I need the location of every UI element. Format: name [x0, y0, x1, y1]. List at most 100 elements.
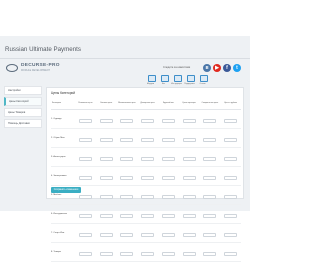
twitter-icon[interactable]: t: [233, 64, 241, 72]
price-input[interactable]: [120, 214, 134, 218]
price-input[interactable]: [99, 176, 113, 180]
price-input[interactable]: [78, 195, 92, 199]
price-input[interactable]: [182, 119, 196, 123]
toolbar-button-icon[interactable]: [161, 75, 169, 82]
table-row: 2. Обувь Мен: [51, 128, 241, 148]
app-title: Russian Ultimate Payments: [5, 46, 81, 53]
toolbar-labels: Модули Чат Инструкция Поддержка Отзыв: [145, 83, 208, 85]
price-input[interactable]: [78, 157, 92, 161]
price-input[interactable]: [182, 138, 196, 142]
price-input[interactable]: [161, 119, 175, 123]
price-cell: [158, 128, 179, 148]
price-input[interactable]: [182, 233, 196, 237]
toolbar-button-icon[interactable]: [187, 75, 195, 82]
price-input[interactable]: [141, 233, 155, 237]
price-input[interactable]: [120, 233, 134, 237]
facebook-icon[interactable]: f: [223, 64, 231, 72]
price-input[interactable]: [161, 157, 175, 161]
price-input[interactable]: [120, 195, 134, 199]
price-input[interactable]: [182, 195, 196, 199]
price-input[interactable]: [78, 252, 92, 256]
price-input[interactable]: [224, 233, 238, 237]
price-input[interactable]: [99, 157, 113, 161]
price-cell: [178, 166, 200, 186]
price-input[interactable]: [203, 157, 217, 161]
save-button[interactable]: Сохранить изменения: [51, 187, 81, 193]
price-input[interactable]: [78, 176, 92, 180]
price-input[interactable]: [78, 138, 92, 142]
price-cell: [178, 185, 200, 205]
price-input[interactable]: [141, 252, 155, 256]
price-input[interactable]: [182, 157, 196, 161]
price-input[interactable]: [120, 157, 134, 161]
price-input[interactable]: [203, 119, 217, 123]
price-cell: [95, 128, 117, 148]
vk-icon[interactable]: в: [203, 64, 211, 72]
price-input[interactable]: [141, 119, 155, 123]
column-header: Цена в рублях: [220, 97, 241, 110]
category-prices-panel: Цены Категорий Категория Розничная цена Оп…: [46, 87, 244, 262]
price-input[interactable]: [99, 119, 113, 123]
price-input[interactable]: [141, 157, 155, 161]
toolbar-button-icon[interactable]: [174, 75, 182, 82]
price-input[interactable]: [224, 157, 238, 161]
toolbar-button-icon[interactable]: [148, 75, 156, 82]
sidebar-item[interactable]: Помощь Доставки: [4, 119, 42, 128]
price-cell: [158, 242, 179, 262]
price-input[interactable]: [203, 176, 217, 180]
price-input[interactable]: [203, 138, 217, 142]
price-input[interactable]: [141, 214, 155, 218]
price-cell: [220, 109, 241, 129]
price-input[interactable]: [78, 214, 92, 218]
price-input[interactable]: [203, 233, 217, 237]
price-cell: [137, 166, 158, 186]
price-input[interactable]: [161, 252, 175, 256]
sidebar-item[interactable]: Цены Товаров: [4, 108, 42, 117]
price-input[interactable]: [78, 233, 92, 237]
price-input[interactable]: [120, 119, 134, 123]
category-name: 2. Обувь Мен: [51, 128, 75, 148]
price-input[interactable]: [161, 195, 175, 199]
price-cell: [137, 204, 158, 224]
youtube-icon[interactable]: ▶: [213, 64, 221, 72]
price-input[interactable]: [78, 119, 92, 123]
price-input[interactable]: [203, 195, 217, 199]
sidebar-item[interactable]: Цены Категорий: [4, 97, 42, 106]
price-input[interactable]: [99, 233, 113, 237]
toolbar-button-icon[interactable]: [200, 75, 208, 82]
price-input[interactable]: [99, 138, 113, 142]
price-input[interactable]: [161, 138, 175, 142]
price-input[interactable]: [182, 176, 196, 180]
price-input[interactable]: [182, 252, 196, 256]
price-input[interactable]: [161, 176, 175, 180]
price-input[interactable]: [161, 214, 175, 218]
price-cell: [137, 223, 158, 243]
price-input[interactable]: [203, 214, 217, 218]
price-input[interactable]: [161, 233, 175, 237]
price-input[interactable]: [224, 252, 238, 256]
price-cell: [75, 109, 96, 129]
price-input[interactable]: [224, 176, 238, 180]
price-input[interactable]: [99, 195, 113, 199]
sidebar-item[interactable]: Настройки: [4, 86, 42, 95]
price-input[interactable]: [224, 195, 238, 199]
price-input[interactable]: [203, 252, 217, 256]
price-cell: [95, 204, 117, 224]
price-input[interactable]: [224, 138, 238, 142]
price-input[interactable]: [99, 252, 113, 256]
price-input[interactable]: [141, 195, 155, 199]
price-input[interactable]: [182, 214, 196, 218]
price-input[interactable]: [120, 252, 134, 256]
price-input[interactable]: [224, 214, 238, 218]
price-input[interactable]: [120, 138, 134, 142]
price-input[interactable]: [224, 119, 238, 123]
price-input[interactable]: [120, 176, 134, 180]
logo-tagline: MODULE DEVELOPMENT: [21, 69, 50, 72]
price-cell: [199, 128, 221, 148]
price-input[interactable]: [99, 214, 113, 218]
price-input[interactable]: [141, 176, 155, 180]
price-cell: [220, 128, 241, 148]
social-links: в ▶ f t: [203, 64, 241, 72]
price-input[interactable]: [141, 138, 155, 142]
price-cell: [116, 185, 138, 205]
